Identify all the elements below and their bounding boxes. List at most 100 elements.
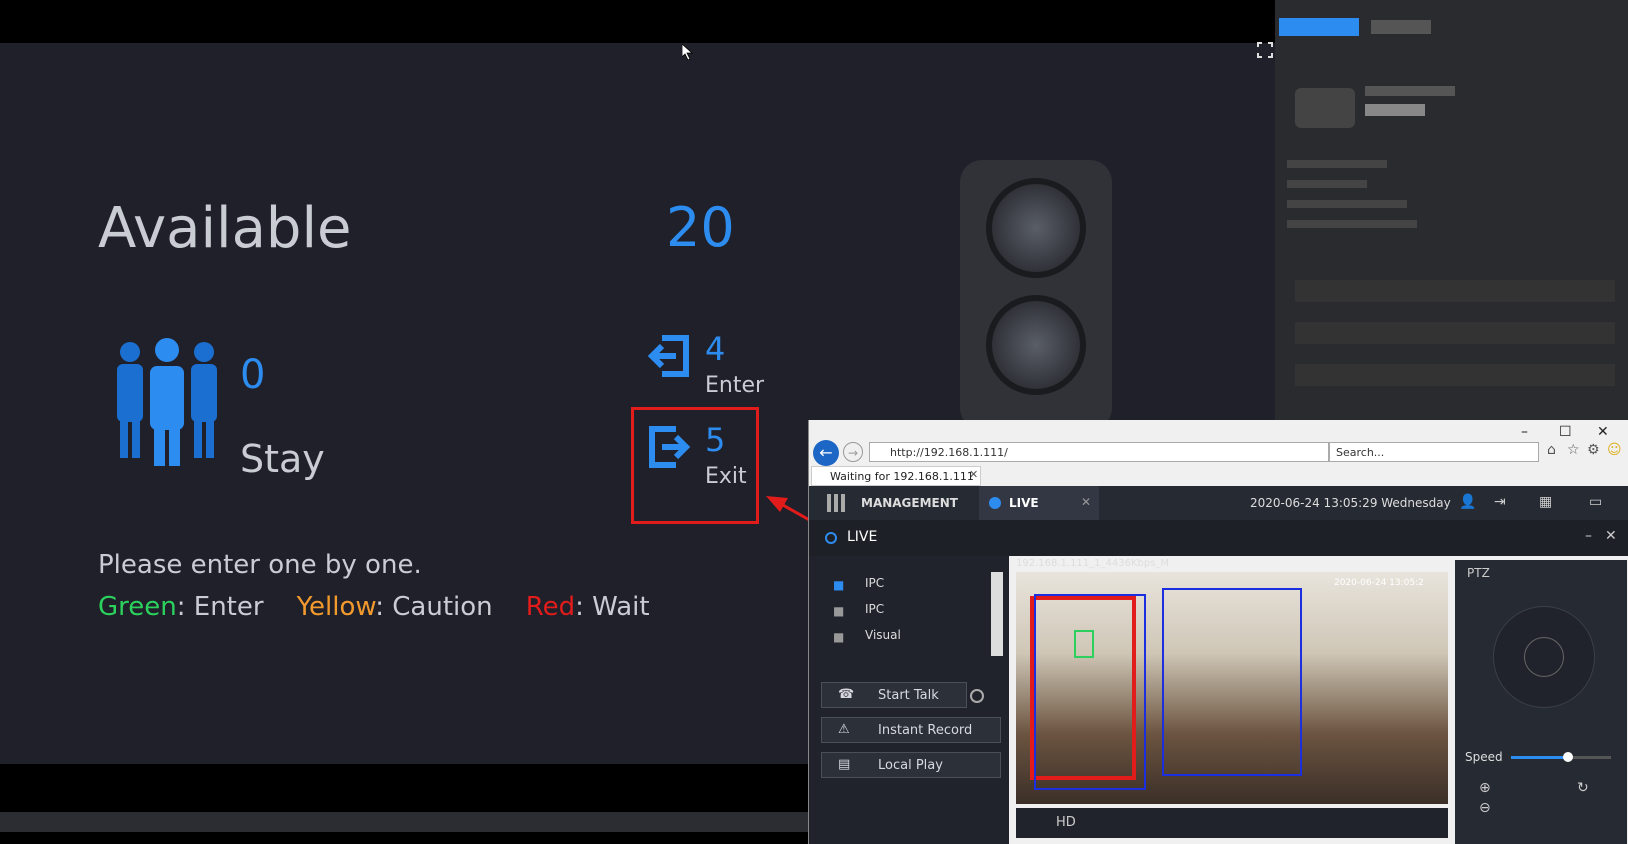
close-live-icon[interactable]: ✕ xyxy=(1605,528,1617,544)
panel-tab[interactable] xyxy=(1371,20,1431,34)
app-toolbar: MANAGEMENT LIVE ✕ 2020-06-24 13:05:29 We… xyxy=(809,486,1628,520)
hd-toggle[interactable]: HD xyxy=(1056,815,1076,830)
device-item-ipc-2[interactable]: IPC xyxy=(865,602,884,616)
mouse-cursor-icon xyxy=(681,43,694,61)
maximize-icon[interactable]: ☐ xyxy=(1559,424,1572,440)
film-icon: ▤ xyxy=(838,757,851,772)
home-icon[interactable]: ⌂ xyxy=(1547,442,1556,458)
qr-icon[interactable]: ▦ xyxy=(1539,494,1552,510)
enter-icon xyxy=(646,334,692,382)
enter-label: Enter xyxy=(705,373,765,398)
live-header: LIVE – ✕ xyxy=(809,520,1628,556)
warning-icon: ⚠ xyxy=(838,722,850,737)
device-sidebar: ■ IPC ■ IPC ■ Visual ☎ Start Talk ⚠ Inst… xyxy=(809,556,1009,844)
browser-window: – ☐ ✕ ← → http://192.168.1.111/ Search..… xyxy=(808,420,1628,844)
gear-icon[interactable]: ⚙ xyxy=(1587,442,1600,458)
bottom-bar xyxy=(0,764,808,844)
available-label: Available xyxy=(98,196,352,261)
address-bar[interactable]: http://192.168.1.111/ xyxy=(869,442,1329,462)
camera-icon: ■ xyxy=(833,604,845,618)
star-icon[interactable]: ☆ xyxy=(1567,442,1580,458)
available-value: 20 xyxy=(666,196,735,259)
menu-blur-3 xyxy=(1287,200,1407,208)
tab-close-icon[interactable]: ✕ xyxy=(969,468,978,481)
smiley-icon[interactable]: ☺ xyxy=(1607,442,1622,458)
collapse-icon[interactable]: – xyxy=(1585,528,1592,544)
menu-blur-4 xyxy=(1287,220,1417,228)
start-talk-label: Start Talk xyxy=(878,688,939,703)
video-toolbar: HD xyxy=(1016,808,1448,838)
exit-value: 5 xyxy=(705,421,726,459)
talk-record-toggle[interactable] xyxy=(970,689,984,703)
fullscreen-icon[interactable] xyxy=(1257,42,1273,58)
live-title: LIVE xyxy=(847,529,878,545)
device-list-scrollbar[interactable] xyxy=(991,572,1003,656)
legend-red-text: : Wait xyxy=(575,592,650,622)
minimize-icon[interactable]: – xyxy=(1521,424,1528,440)
instant-record-button[interactable]: ⚠ Instant Record xyxy=(821,717,1001,743)
legend-yellow-text: : Caution xyxy=(375,592,493,622)
ptz-joystick[interactable] xyxy=(1493,606,1595,708)
rule-zone-1 xyxy=(1034,594,1146,790)
monitor-icon[interactable]: ▭ xyxy=(1589,494,1602,510)
zoom-in-icon[interactable]: ⊕ xyxy=(1479,780,1491,796)
close-window-icon[interactable]: ✕ xyxy=(1597,424,1609,440)
legend-yellow: Yellow xyxy=(296,592,376,622)
bottom-status-strip xyxy=(0,812,808,832)
tab-management[interactable]: MANAGEMENT xyxy=(861,496,958,510)
phone-icon: ☎ xyxy=(838,687,855,702)
traffic-lamp-top xyxy=(986,178,1086,278)
local-play-button[interactable]: ▤ Local Play xyxy=(821,752,1001,778)
people-icon xyxy=(112,338,222,466)
grid-menu-icon[interactable] xyxy=(827,494,845,512)
video-timestamp: 2020-06-24 13:05:2 xyxy=(1334,578,1424,588)
right-settings-panel xyxy=(1275,0,1628,420)
video-title: 192.168.1.111_1_4436Kbps_M xyxy=(1016,558,1170,569)
face-detect-box xyxy=(1074,630,1094,658)
instant-record-label: Instant Record xyxy=(878,723,973,738)
speed-slider[interactable] xyxy=(1511,752,1611,762)
speed-label: Speed xyxy=(1465,750,1503,764)
user-icon[interactable]: 👤 xyxy=(1459,494,1476,510)
menu-blur-1 xyxy=(1287,160,1387,168)
exit-label: Exit xyxy=(705,464,747,489)
datetime-display: 2020-06-24 13:05:29 Wednesday xyxy=(1250,496,1451,510)
device-thumbnail xyxy=(1295,88,1355,128)
panel-tab-active[interactable] xyxy=(1279,18,1359,36)
rule-zone-2 xyxy=(1162,588,1302,776)
speed-slider-thumb[interactable] xyxy=(1563,752,1573,762)
camera-icon: ■ xyxy=(833,630,845,644)
start-talk-button[interactable]: ☎ Start Talk xyxy=(821,682,967,708)
legend-green-text: : Enter xyxy=(176,592,264,622)
ptz-panel: PTZ Speed ⊕ ⊖ ↻ xyxy=(1455,560,1627,844)
traffic-lamp-middle xyxy=(986,295,1086,395)
zoom-out-icon[interactable]: ⊖ xyxy=(1479,800,1491,816)
tab-live[interactable]: LIVE ✕ xyxy=(979,486,1099,520)
logout-icon[interactable]: ⇥ xyxy=(1494,494,1506,510)
camera-icon: ■ xyxy=(833,578,845,592)
refresh-icon[interactable]: ↻ xyxy=(1577,780,1589,796)
video-feed[interactable]: 2020-06-24 13:05:2 xyxy=(1016,572,1448,804)
ptz-title: PTZ xyxy=(1467,566,1490,580)
back-arrow-icon[interactable]: ← xyxy=(813,440,839,466)
forward-arrow-icon[interactable]: → xyxy=(843,442,863,462)
field-blur-1[interactable] xyxy=(1295,280,1615,302)
traffic-light xyxy=(960,160,1112,430)
legend-red: Red xyxy=(525,592,576,622)
device-ip-blur xyxy=(1365,104,1425,116)
device-item-ipc-1[interactable]: IPC xyxy=(865,576,884,590)
menu-blur-2 xyxy=(1287,180,1367,188)
field-blur-3[interactable] xyxy=(1295,364,1615,386)
tab-live-close-icon[interactable]: ✕ xyxy=(1081,495,1091,509)
field-blur-2[interactable] xyxy=(1295,322,1615,344)
device-name-blur xyxy=(1365,86,1455,96)
device-item-visual[interactable]: Visual xyxy=(865,628,901,642)
ptz-center-zoom-icon[interactable] xyxy=(1524,637,1564,677)
browser-tab[interactable]: Waiting for 192.168.1.111 xyxy=(811,466,981,486)
legend-green: Green xyxy=(98,592,177,622)
live-globe-icon xyxy=(989,497,1001,509)
search-input[interactable]: Search... xyxy=(1329,442,1539,462)
local-play-label: Local Play xyxy=(878,758,943,773)
stay-value: 0 xyxy=(240,352,266,398)
top-bar xyxy=(0,0,1275,43)
